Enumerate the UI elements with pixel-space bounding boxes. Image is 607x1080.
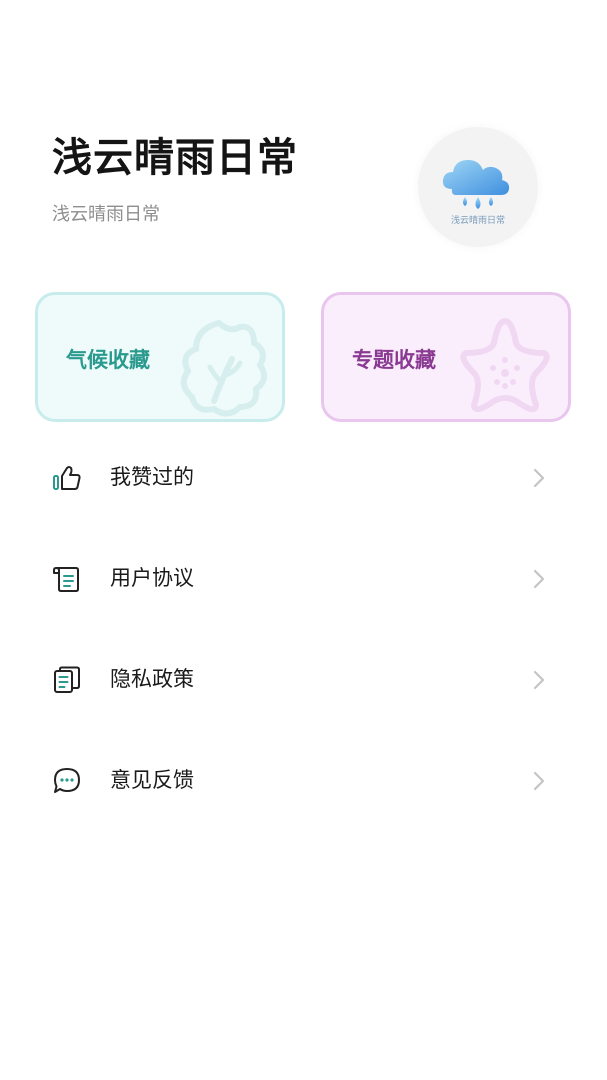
chat-bubble-icon [54, 768, 80, 793]
avatar[interactable]: 浅云晴雨日常 [418, 127, 538, 247]
chevron-right-icon [533, 569, 545, 589]
menu-item-label: 意见反馈 [110, 768, 194, 792]
profile-header: 浅云晴雨日常 浅云晴雨日常 浅云晴雨日常 [0, 0, 607, 280]
avatar-caption: 浅云晴雨日常 [450, 216, 505, 226]
chevron-right-icon [533, 670, 545, 690]
scroll-document-icon [53, 567, 79, 592]
thumbs-up-icon [53, 466, 81, 490]
climate-favorites-label: 气候收藏 [66, 348, 150, 372]
menu-item-privacy-policy[interactable]: 隐私政策 [0, 630, 607, 731]
star-icon [460, 318, 550, 413]
documents-icon [54, 666, 80, 693]
climate-favorites-card[interactable]: 气候收藏 [35, 292, 285, 422]
menu-item-feedback[interactable]: 意见反馈 [0, 731, 607, 832]
chevron-right-icon [533, 771, 545, 791]
topic-favorites-label: 专题收藏 [352, 348, 436, 372]
menu-item-label: 隐私政策 [110, 667, 194, 691]
menu-item-user-agreement[interactable]: 用户协议 [0, 529, 607, 630]
app-subtitle: 浅云晴雨日常 [52, 204, 160, 225]
menu-item-label: 我赞过的 [110, 465, 194, 489]
chevron-right-icon [533, 468, 545, 488]
cloud-rain-logo-icon [442, 160, 510, 209]
menu-item-label: 用户协议 [110, 566, 194, 590]
app-title: 浅云晴雨日常 [52, 135, 298, 181]
leaf-icon [180, 319, 268, 417]
topic-favorites-card[interactable]: 专题收藏 [321, 292, 571, 422]
settings-menu: 我赞过的 用户协议 隐私政策 意见反馈 [0, 428, 607, 832]
profile-page: 浅云晴雨日常 浅云晴雨日常 浅云晴雨日常 气候收藏 专题收藏 我赞过的 用户协议… [0, 0, 607, 1080]
menu-item-liked[interactable]: 我赞过的 [0, 428, 607, 529]
